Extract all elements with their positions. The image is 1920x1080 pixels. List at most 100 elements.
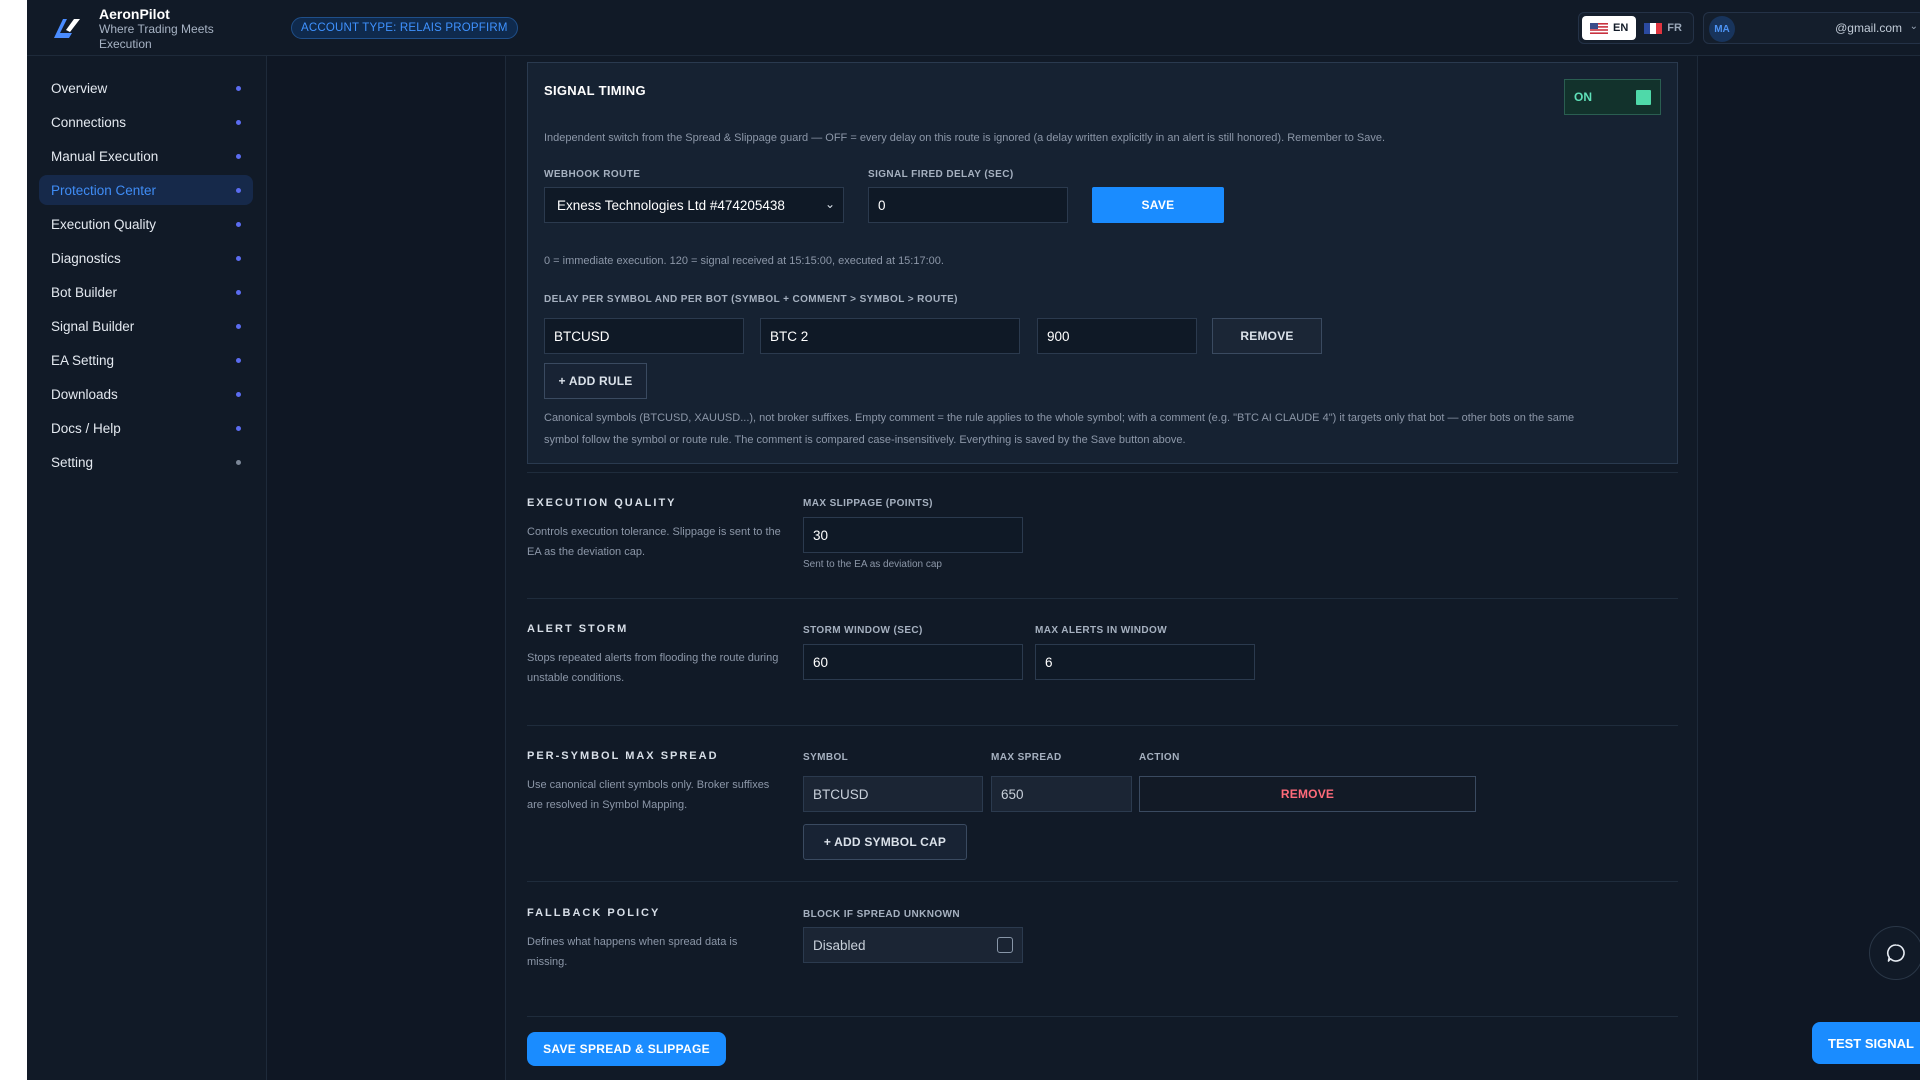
- nav-dot-icon: [236, 290, 241, 295]
- max-alerts-input[interactable]: 6: [1035, 644, 1255, 680]
- sidebar-item-label: Protection Center: [51, 182, 157, 198]
- sidebar-item-diagnostics[interactable]: Diagnostics: [39, 243, 253, 273]
- brand[interactable]: AeronPilot Where Trading Meets Execution: [47, 6, 239, 52]
- sidebar-item-protection-center[interactable]: Protection Center: [39, 175, 253, 205]
- add-symbol-cap-button[interactable]: + ADD SYMBOL CAP: [803, 824, 967, 860]
- language-switcher: EN FR: [1578, 12, 1694, 44]
- brand-name: AeronPilot: [99, 6, 170, 22]
- sidebar-item-docs-help[interactable]: Docs / Help: [39, 413, 253, 443]
- brand-tagline: Where Trading Meets Execution: [99, 22, 214, 51]
- nav-dot-icon: [236, 392, 241, 397]
- rule-footnote: Canonical symbols (BTCUSD, XAUUSD...), n…: [544, 407, 1664, 451]
- sidebar-item-setting[interactable]: Setting: [39, 447, 253, 477]
- sidebar-item-overview[interactable]: Overview: [39, 73, 253, 103]
- nav-dot-icon: [236, 358, 241, 363]
- toggle-label: ON: [1574, 90, 1592, 104]
- brand-text: AeronPilot Where Trading Meets Execution: [99, 6, 239, 52]
- protection-settings-panel: SIGNAL TIMING ON Independent switch from…: [505, 56, 1698, 1080]
- column-action-header: ACTION: [1139, 752, 1180, 763]
- avatar: MA: [1709, 16, 1735, 42]
- section-divider: [527, 881, 1678, 882]
- sidebar-item-downloads[interactable]: Downloads: [39, 379, 253, 409]
- nav-dot-icon: [236, 86, 241, 91]
- rule-symbol-input[interactable]: BTCUSD: [544, 318, 744, 354]
- webhook-route-select[interactable]: Exness Technologies Ltd #474205438 ⌄: [544, 187, 844, 223]
- execution-quality-description: Controls execution tolerance. Slippage i…: [527, 526, 781, 558]
- sidebar-item-label: Overview: [51, 80, 108, 96]
- fired-delay-input[interactable]: 0: [868, 187, 1068, 223]
- max-alerts-label: MAX ALERTS IN WINDOW: [1035, 625, 1168, 636]
- save-timing-button[interactable]: SAVE: [1092, 187, 1224, 223]
- rule-delay-value: 900: [1047, 328, 1070, 344]
- rule-comment-input[interactable]: BTC 2: [760, 318, 1020, 354]
- storm-window-label: STORM WINDOW (SEC): [803, 625, 923, 636]
- signal-timing-toggle[interactable]: ON: [1564, 79, 1661, 115]
- top-bar: AeronPilot Where Trading Meets Execution…: [27, 0, 1920, 56]
- nav-dot-icon: [236, 256, 241, 261]
- window-edge: [0, 0, 27, 1080]
- block-if-spread-unknown-label: BLOCK IF SPREAD UNKNOWN: [803, 909, 960, 920]
- sidebar-item-connections[interactable]: Connections: [39, 107, 253, 137]
- per-symbol-delay-label: DELAY PER SYMBOL AND PER BOT (SYMBOL + C…: [544, 294, 958, 305]
- storm-window-input[interactable]: 60: [803, 644, 1023, 680]
- nav-dot-icon: [236, 154, 241, 159]
- sidebar-item-label: Downloads: [51, 386, 118, 402]
- block-value: Disabled: [813, 937, 866, 953]
- language-fr-label: FR: [1667, 22, 1682, 34]
- storm-window-value: 60: [813, 654, 829, 670]
- sidebar-item-label: Connections: [51, 114, 127, 130]
- spread-symbol-value: BTCUSD: [813, 786, 869, 802]
- chevron-down-icon: ⌄: [824, 197, 835, 211]
- sidebar-item-label: Setting: [51, 454, 94, 470]
- sidebar-item-label: EA Setting: [51, 352, 115, 368]
- sidebar-item-ea-setting[interactable]: EA Setting: [39, 345, 253, 375]
- signal-timing-description: Independent switch from the Spread & Sli…: [544, 132, 1386, 144]
- max-slippage-hint: Sent to the EA as deviation cap: [803, 559, 942, 570]
- chat-button[interactable]: [1869, 926, 1920, 980]
- sidebar: Overview Connections Manual Execution Pr…: [27, 56, 267, 1080]
- language-fr-button[interactable]: FR: [1636, 16, 1690, 40]
- per-symbol-spread-title: PER-SYMBOL MAX SPREAD: [527, 750, 719, 762]
- sidebar-item-manual-execution[interactable]: Manual Execution: [39, 141, 253, 171]
- test-signal-button[interactable]: TEST SIGNAL: [1812, 1022, 1920, 1064]
- language-en-button[interactable]: EN: [1582, 16, 1637, 40]
- sidebar-item-label: Docs / Help: [51, 420, 121, 436]
- nav-dot-icon: [236, 120, 241, 125]
- section-divider: [527, 725, 1678, 726]
- sidebar-item-execution-quality[interactable]: Execution Quality: [39, 209, 253, 239]
- max-slippage-input[interactable]: 30: [803, 517, 1023, 553]
- sidebar-item-label: Manual Execution: [51, 148, 159, 164]
- signal-timing-title: SIGNAL TIMING: [544, 83, 646, 98]
- user-menu[interactable]: MA @gmail.com ⌄: [1703, 12, 1920, 44]
- save-spread-slippage-button[interactable]: SAVE SPREAD & SLIPPAGE: [527, 1032, 726, 1066]
- alert-storm-title: ALERT STORM: [527, 623, 629, 635]
- chevron-down-icon: ⌄: [1909, 21, 1918, 32]
- remove-symbol-cap-button[interactable]: REMOVE: [1139, 776, 1476, 812]
- spread-symbol-input[interactable]: BTCUSD: [803, 776, 983, 812]
- nav-dot-icon: [236, 222, 241, 227]
- sidebar-item-bot-builder[interactable]: Bot Builder: [39, 277, 253, 307]
- fr-flag-icon: [1644, 22, 1663, 34]
- rule-delay-input[interactable]: 900: [1037, 318, 1197, 354]
- delay-hint: 0 = immediate execution. 120 = signal re…: [544, 255, 944, 267]
- nav-dot-icon: [236, 324, 241, 329]
- section-divider: [527, 472, 1678, 473]
- fallback-policy-title: FALLBACK POLICY: [527, 907, 661, 919]
- section-divider: [527, 1016, 1678, 1017]
- block-if-spread-unknown-toggle[interactable]: Disabled: [803, 927, 1023, 963]
- rule-symbol-value: BTCUSD: [554, 328, 610, 344]
- per-symbol-spread-description: Use canonical client symbols only. Broke…: [527, 779, 770, 811]
- block-checkbox[interactable]: [997, 937, 1013, 953]
- max-alerts-value: 6: [1045, 654, 1053, 670]
- sidebar-item-signal-builder[interactable]: Signal Builder: [39, 311, 253, 341]
- rule-footnote-line-1: Canonical symbols (BTCUSD, XAUUSD...), n…: [544, 412, 1575, 424]
- fired-delay-value: 0: [878, 197, 886, 213]
- sidebar-item-label: Diagnostics: [51, 250, 121, 266]
- us-flag-icon: [1590, 22, 1608, 34]
- add-rule-button[interactable]: + ADD RULE: [544, 363, 647, 399]
- fallback-policy-description: Defines what happens when spread data is…: [527, 936, 738, 968]
- user-email: @gmail.com: [1835, 21, 1902, 35]
- max-slippage-value: 30: [813, 527, 829, 543]
- spread-max-input[interactable]: 650: [991, 776, 1132, 812]
- remove-rule-button[interactable]: REMOVE: [1212, 318, 1322, 354]
